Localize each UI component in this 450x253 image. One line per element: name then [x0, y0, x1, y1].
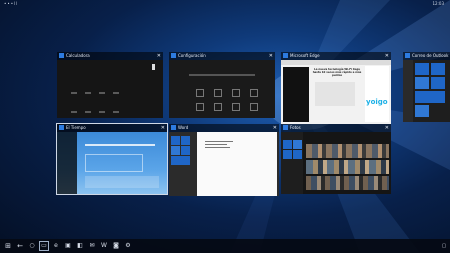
- store-icon[interactable]: ◧: [76, 242, 84, 250]
- task-card-header: Correo de Outlook: [403, 52, 450, 60]
- back-arrow-icon[interactable]: ←: [16, 242, 24, 250]
- app-title: Fotos: [290, 125, 301, 130]
- task-card-word[interactable]: Word ✕: [169, 124, 279, 196]
- explorer-icon[interactable]: ▣: [64, 242, 72, 250]
- calculator-preview: [57, 60, 163, 118]
- task-card-photos[interactable]: Fotos ✕: [281, 124, 391, 194]
- calculator-icon: [59, 53, 64, 58]
- task-card-header: Configuración ✕: [169, 52, 275, 60]
- gear-icon: [171, 53, 176, 58]
- app-title: Correo de Outlook: [412, 53, 449, 58]
- edge-preview: La nueva tecnología Wi-Fi llega hasta 10…: [281, 60, 391, 124]
- word-preview: [169, 132, 279, 196]
- taskbar: ⊞ ← ○ ▭ e ▣ ◧ ✉ W ◙ ⚙ ▢: [0, 239, 450, 253]
- photos-preview: [281, 132, 391, 194]
- signal-indicator: •••ll: [4, 1, 19, 6]
- settings-preview: [169, 60, 275, 118]
- app-title: Calculadora: [66, 53, 90, 58]
- close-icon[interactable]: ✕: [385, 52, 389, 60]
- task-view-icon[interactable]: ▭: [39, 241, 49, 251]
- show-desktop-icon[interactable]: ▢: [440, 242, 448, 250]
- outlook-preview: [403, 60, 450, 122]
- app-title: Microsoft Edge: [290, 53, 320, 58]
- edge-icon: [283, 53, 288, 58]
- close-icon[interactable]: ✕: [273, 124, 277, 132]
- app-title: Word: [178, 125, 189, 130]
- word-icon[interactable]: W: [100, 242, 108, 250]
- mail-icon: [405, 53, 410, 58]
- task-card-header: Calculadora ✕: [57, 52, 163, 60]
- task-card-calculator[interactable]: Calculadora ✕: [57, 52, 163, 118]
- task-card-header: El Tiempo ✕: [57, 124, 167, 132]
- photos-icon: [283, 125, 288, 130]
- edge-icon[interactable]: e: [52, 242, 60, 250]
- windows-start-icon[interactable]: ⊞: [4, 242, 12, 250]
- close-icon[interactable]: ✕: [161, 124, 165, 132]
- settings-icon[interactable]: ⚙: [124, 242, 132, 250]
- task-card-header: Microsoft Edge ✕: [281, 52, 391, 60]
- ad-brand-text: yoigo: [366, 98, 388, 106]
- weather-preview: [57, 132, 167, 194]
- clock: 12:03: [432, 1, 444, 6]
- weather-icon: [59, 125, 64, 130]
- task-card-header: Fotos ✕: [281, 124, 391, 132]
- search-icon[interactable]: ○: [28, 242, 36, 250]
- close-icon[interactable]: ✕: [385, 124, 389, 132]
- app-title: El Tiempo: [66, 125, 86, 130]
- task-card-weather[interactable]: El Tiempo ✕: [56, 123, 168, 195]
- photos-icon[interactable]: ◙: [112, 242, 120, 250]
- task-card-header: Word ✕: [169, 124, 279, 132]
- status-bar: •••ll 12:03: [0, 0, 450, 8]
- task-card-settings[interactable]: Configuración ✕: [169, 52, 275, 118]
- task-card-outlook[interactable]: Correo de Outlook: [403, 52, 450, 122]
- app-title: Configuración: [178, 53, 206, 58]
- close-icon[interactable]: ✕: [157, 52, 161, 60]
- close-icon[interactable]: ✕: [269, 52, 273, 60]
- edge-page-headline: La nueva tecnología Wi-Fi llega hasta 10…: [312, 68, 362, 78]
- task-card-edge[interactable]: Microsoft Edge ✕ La nueva tecnología Wi-…: [281, 52, 391, 124]
- mail-icon[interactable]: ✉: [88, 242, 96, 250]
- word-icon: [171, 125, 176, 130]
